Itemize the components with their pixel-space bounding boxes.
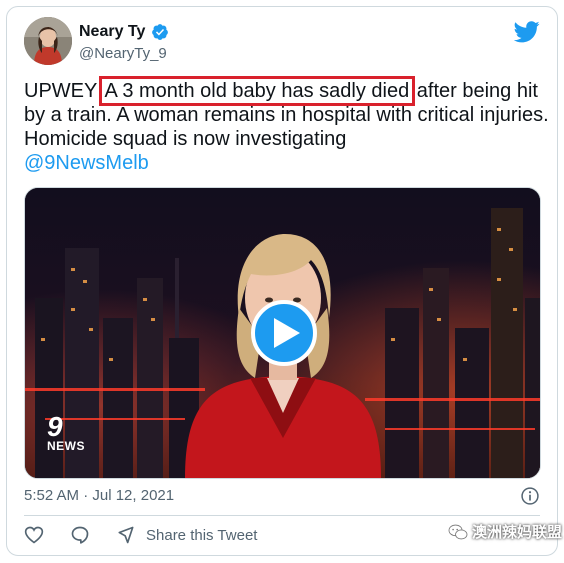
display-name[interactable]: Neary Ty — [79, 23, 145, 41]
name-row: Neary Ty — [79, 23, 169, 41]
nine-news-logo: 9 NEWS — [47, 411, 85, 453]
mention-link[interactable]: @9NewsMelb — [24, 152, 149, 174]
tweet-card: Neary Ty @NearyTy_9 UPWEY A 3 month old … — [6, 6, 558, 556]
handle[interactable]: @NearyTy_9 — [79, 45, 167, 62]
verified-badge-icon — [152, 24, 169, 40]
share-icon — [118, 526, 134, 544]
page: Neary Ty @NearyTy_9 UPWEY A 3 month old … — [0, 0, 564, 563]
share-label: Share this Tweet — [146, 526, 258, 544]
watermark-text: 澳洲辣妈联盟 — [472, 524, 563, 541]
reply-icon — [71, 526, 89, 544]
divider — [24, 515, 540, 516]
timestamp[interactable]: 5:52 AM · Jul 12, 2021 — [24, 487, 544, 504]
wechat-icon — [448, 524, 468, 539]
share-button[interactable]: Share this Tweet — [116, 525, 257, 545]
avatar[interactable] — [24, 17, 72, 65]
twitter-bird-icon[interactable] — [514, 21, 540, 43]
logo-text: NEWS — [47, 439, 85, 453]
highlighted-phrase: A 3 month old baby has sadly died — [98, 76, 416, 106]
info-icon[interactable] — [520, 486, 540, 506]
logo-number: 9 — [47, 411, 64, 442]
video-media[interactable]: 9 NEWS — [24, 187, 541, 479]
tweet-text-lead: UPWEY — [24, 80, 103, 102]
like-button[interactable] — [24, 525, 44, 545]
play-icon — [274, 318, 300, 348]
action-bar: Share this Tweet — [24, 525, 283, 545]
tweet-text: UPWEY A 3 month old baby has sadly died … — [24, 76, 549, 175]
play-button[interactable] — [251, 300, 317, 366]
reply-button[interactable] — [70, 525, 90, 545]
watermark: 澳洲辣妈联盟 — [448, 521, 562, 542]
heart-icon — [24, 526, 44, 544]
